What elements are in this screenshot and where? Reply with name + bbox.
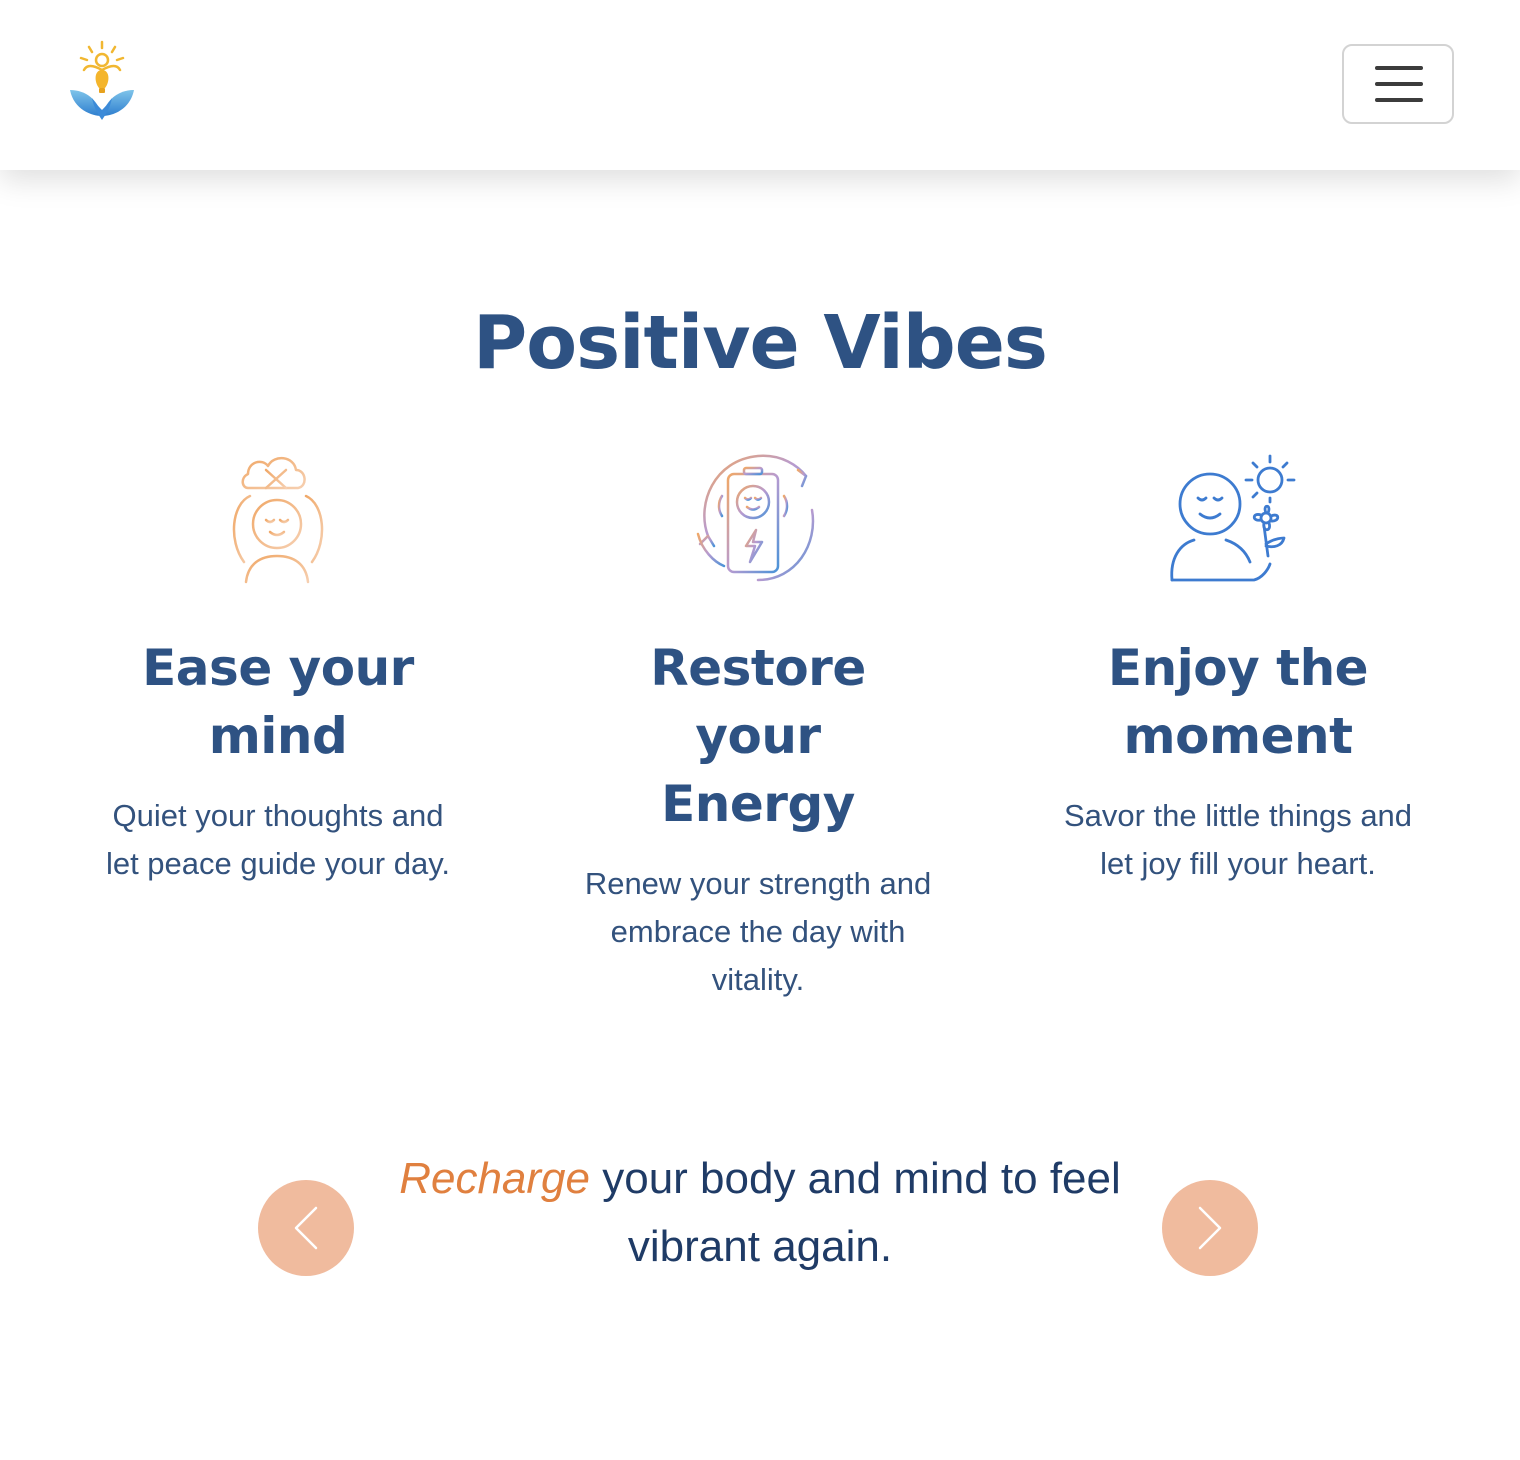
- battery-recharge-icon: [696, 454, 815, 582]
- quote-highlight: Recharge: [399, 1154, 590, 1203]
- calm-mind-icon: [232, 457, 324, 584]
- feature-description: Renew your strength and embrace the day …: [584, 866, 932, 997]
- hamburger-menu-icon: [1375, 66, 1423, 70]
- menu-toggle-button[interactable]: [1342, 44, 1454, 124]
- quote-text: your body and mind to feel vibrant again…: [590, 1154, 1121, 1271]
- section-title: Positive Vibes: [473, 300, 1048, 386]
- person-sun-flower-icon: [1170, 454, 1296, 582]
- feature-description: Savor the little things and let joy fill…: [1063, 798, 1413, 881]
- carousel-prev-button[interactable]: [258, 1180, 354, 1276]
- chevron-right-icon: [1198, 1206, 1222, 1250]
- chevron-left-icon: [294, 1206, 318, 1250]
- feature-ease-mind: Ease your mind Quiet your thoughts and l…: [78, 440, 478, 888]
- feature-title: Enjoy the moment: [1107, 639, 1369, 765]
- navbar: [0, 0, 1520, 170]
- carousel-quote: Recharge your body and mind to feel vibr…: [380, 1145, 1140, 1281]
- feature-title: Ease your mind: [142, 639, 414, 765]
- feature-restore-energy: Restore your Energy Renew your strength …: [558, 440, 958, 1004]
- carousel-next-button[interactable]: [1162, 1180, 1258, 1276]
- feature-enjoy-moment: Enjoy the moment Savor the little things…: [1038, 440, 1438, 888]
- feature-description: Quiet your thoughts and let peace guide …: [105, 798, 451, 881]
- lightbulb-lotus-logo-icon[interactable]: [66, 40, 138, 122]
- feature-title: Restore your Energy: [650, 639, 866, 833]
